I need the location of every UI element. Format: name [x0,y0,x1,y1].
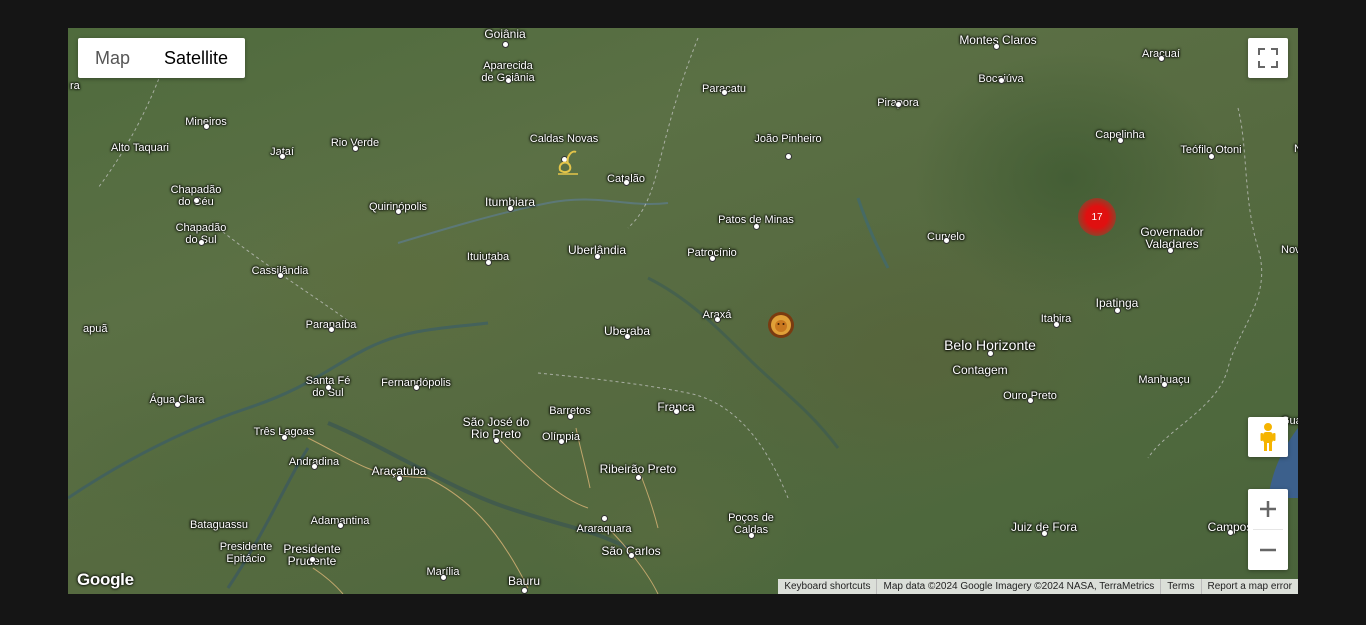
attribution-bar: Keyboard shortcuts Map data ©2024 Google… [778,579,1298,594]
place-dot [1168,248,1173,253]
place-dot [508,206,513,211]
place-dot [629,553,634,558]
map-type-satellite-button[interactable]: Satellite [147,38,245,78]
place-dot [441,575,446,580]
place-dot [506,78,511,83]
place-label: Ribeirão Preto [599,462,677,476]
zoom-out-button[interactable] [1248,530,1288,570]
place-dot [194,198,199,203]
place-dot [1159,56,1164,61]
map-type-control: Map Satellite [78,38,246,78]
place-dot [282,435,287,440]
place-label: São José do Rio Preto [462,415,530,441]
place-label: Governador Valadares [1140,225,1204,251]
fullscreen-icon [1258,48,1278,68]
place-dot [624,180,629,185]
place-dot [999,78,1004,83]
place-label: João Pinheiro [754,133,822,145]
zoom-control [1248,489,1288,570]
place-dot [994,44,999,49]
place-label: Chapadão do Céu [170,184,222,208]
place-label: Bataguassu [189,519,249,531]
place-label: ra [70,80,80,92]
place-dot [1209,154,1214,159]
place-dot [674,409,679,414]
place-dot [1118,138,1123,143]
report-map-error-link[interactable]: Report a map error [1200,579,1298,594]
map-type-map-button[interactable]: Map [78,38,147,78]
minus-icon [1260,548,1276,552]
place-dot [1042,531,1047,536]
place-label: Nov [1281,244,1298,256]
map-canvas[interactable]: Goiânia Aparecida de Goiânia Montes Claros A… [68,28,1298,594]
place-label: Belo Horizonte [944,337,1036,353]
place-dot [988,351,993,356]
pegman-icon [1260,423,1276,451]
place-dot [595,254,600,259]
place-label: Alto Taquari [111,142,169,154]
place-dot [636,475,641,480]
place-dot [896,102,901,107]
zoom-in-button[interactable] [1248,489,1288,529]
place-dot [486,260,491,265]
place-label: Contagem [952,363,1008,377]
place-dot [1054,322,1059,327]
place-dot [944,238,949,243]
plus-icon [1260,501,1276,517]
place-dot [278,273,283,278]
place-label: Presidente Epitácio [219,541,273,565]
keyboard-shortcuts-link[interactable]: Keyboard shortcuts [778,579,876,594]
place-label: Araraquara [576,523,632,535]
terrain-layer [68,37,1298,594]
place-label: Goiânia [484,28,526,41]
place-dot [715,317,720,322]
place-dot [602,516,607,521]
place-label: Caldas Novas [529,133,599,145]
place-dot [199,240,204,245]
place-dot [559,439,564,444]
lion-logo-marker[interactable] [766,310,796,345]
place-dot [175,402,180,407]
place-dot [326,385,331,390]
place-label: Bauru [507,574,541,588]
cluster-marker[interactable]: 17 [1078,198,1116,236]
terms-link[interactable]: Terms [1160,579,1200,594]
swan-logo-marker[interactable] [554,146,582,183]
place-dot [494,438,499,443]
place-dot [1115,308,1120,313]
place-dot [786,154,791,159]
place-dot [338,523,343,528]
place-dot [353,146,358,151]
place-label: apuã [83,323,108,335]
google-logo[interactable]: Google [77,570,134,590]
place-dot [722,90,727,95]
map-data-text: Map data ©2024 Google Imagery ©2024 NASA… [876,579,1160,594]
place-dot [329,327,334,332]
place-label: N [1294,143,1298,155]
place-dot [396,209,401,214]
place-dot [749,533,754,538]
place-dot [204,124,209,129]
place-dot [625,334,630,339]
place-label: PresidentePrudente [283,542,341,567]
cluster-count: 17 [1091,211,1103,223]
place-dot [1028,398,1033,403]
place-dot [1228,530,1233,535]
place-dot [280,154,285,159]
place-dot [1162,382,1167,387]
place-dot [414,385,419,390]
place-dot [754,224,759,229]
place-dot [710,256,715,261]
street-view-pegman-button[interactable] [1248,417,1288,457]
place-dot [503,42,508,47]
place-dot [568,414,573,419]
place-dot [397,476,402,481]
fullscreen-button[interactable] [1248,38,1288,78]
place-dot [312,464,317,469]
place-dot [522,588,527,593]
place-dot [310,557,315,562]
